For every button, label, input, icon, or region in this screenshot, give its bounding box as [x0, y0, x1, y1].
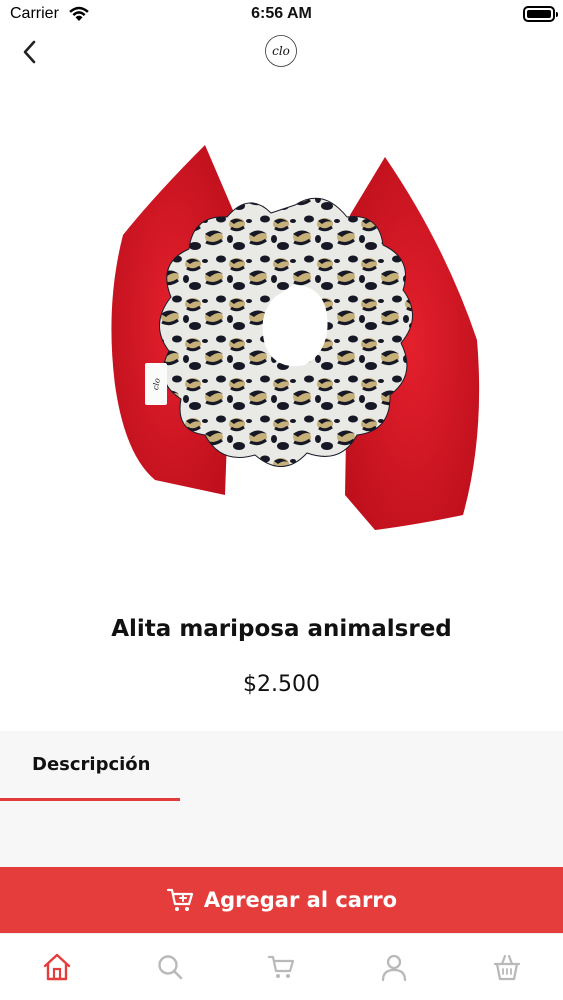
- product-tabs: Descripción: [0, 731, 563, 867]
- tab-label: Descripción: [32, 754, 151, 775]
- tab-descripcion[interactable]: Descripción: [0, 731, 180, 801]
- product-price: $2.500: [243, 672, 320, 697]
- add-to-cart-button[interactable]: Agregar al carro: [0, 867, 563, 933]
- home-icon[interactable]: [42, 952, 72, 982]
- svg-text:clo: clo: [272, 44, 290, 58]
- cart-icon: [166, 888, 193, 911]
- chevron-left-icon[interactable]: [18, 36, 48, 68]
- battery-icon: [523, 6, 558, 22]
- bottom-tab-bar: [0, 933, 563, 1000]
- user-icon[interactable]: [379, 952, 409, 982]
- nav-bar: clo: [0, 30, 563, 74]
- clock: 6:56 AM: [251, 5, 312, 22]
- cart-icon[interactable]: [267, 952, 297, 982]
- status-bar: Carrier 6:56 AM: [0, 0, 563, 30]
- product-image: clo: [111, 145, 480, 530]
- active-tab-indicator: [0, 798, 180, 801]
- brand-logo: clo: [265, 35, 297, 67]
- product-title: Alita mariposa animalsred: [111, 616, 452, 642]
- basket-icon[interactable]: [492, 952, 522, 982]
- search-icon[interactable]: [155, 952, 185, 982]
- add-to-cart-label: Agregar al carro: [203, 888, 398, 912]
